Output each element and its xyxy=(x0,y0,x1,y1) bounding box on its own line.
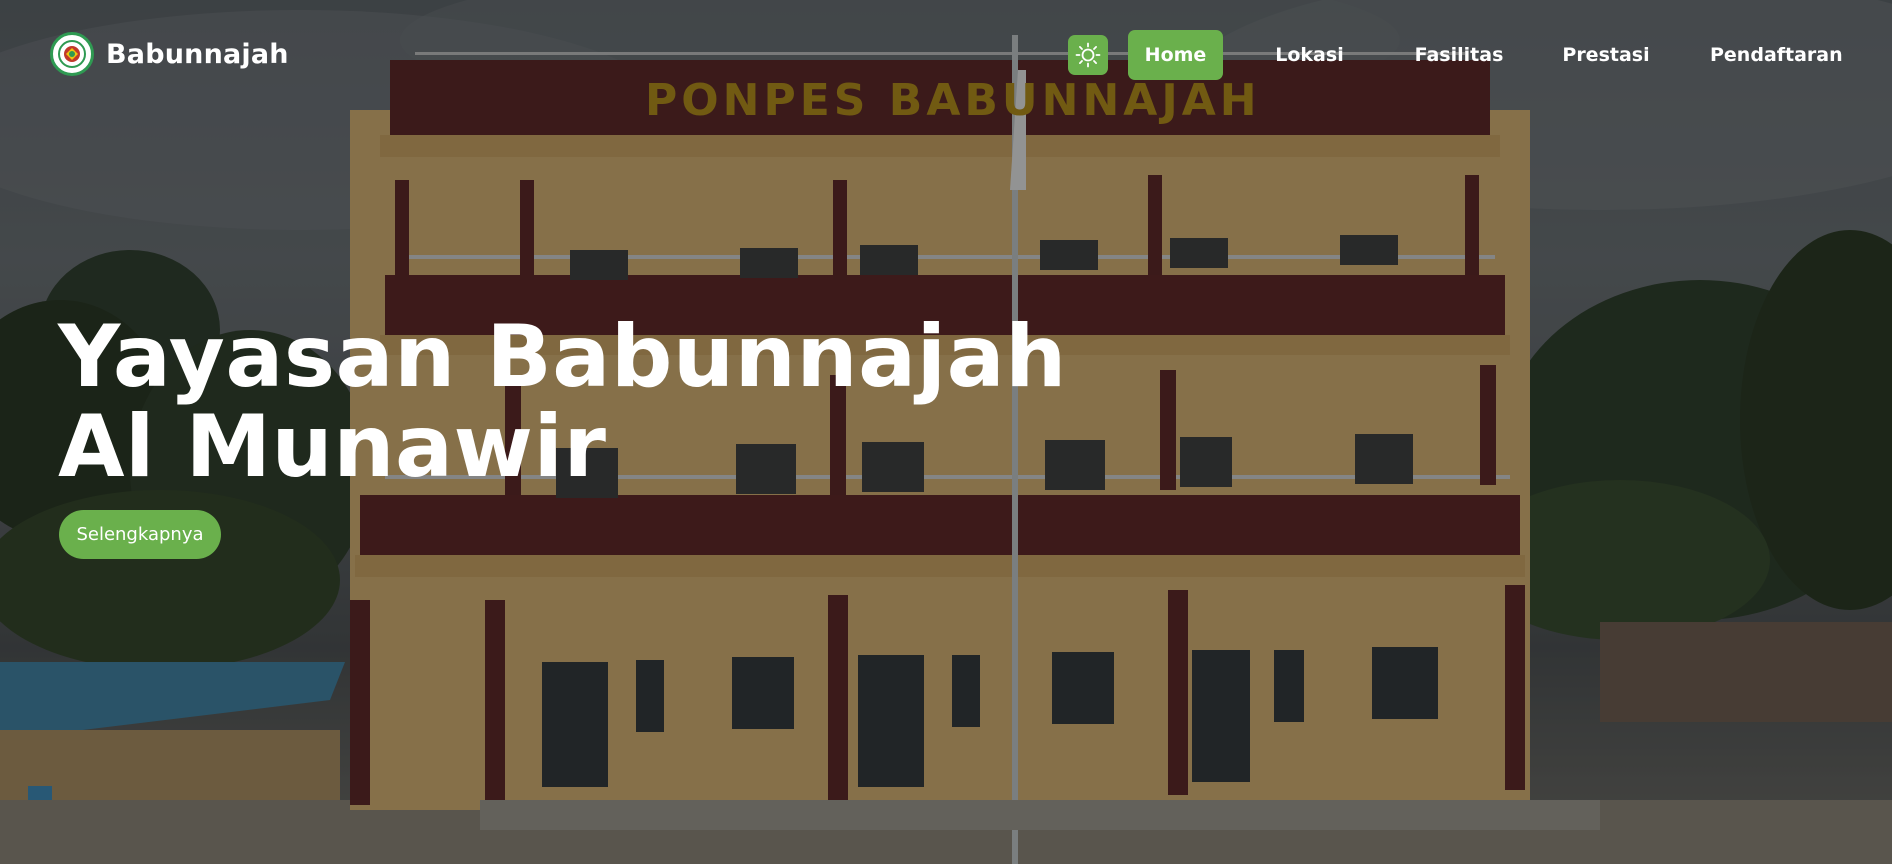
school-crest-icon xyxy=(50,32,94,76)
nav-link-fasilitas[interactable]: Fasilitas xyxy=(1404,30,1514,80)
brand[interactable]: Babunnajah xyxy=(50,32,289,76)
sun-icon xyxy=(1075,42,1101,68)
brand-name: Babunnajah xyxy=(106,38,289,70)
hero-section: PONPES BABUNNAJAH Babunnajah Home Lokasi… xyxy=(0,0,1892,864)
hero-title-line-1: Yayasan Babunnajah xyxy=(58,307,1067,407)
nav-link-lokasi[interactable]: Lokasi xyxy=(1262,30,1357,80)
nav-link-pendaftaran[interactable]: Pendaftaran xyxy=(1710,30,1843,80)
theme-toggle-button[interactable] xyxy=(1068,35,1108,75)
hero-title: Yayasan Babunnajah Al Munawir xyxy=(58,312,1067,492)
nav-link-prestasi[interactable]: Prestasi xyxy=(1556,30,1656,80)
nav-link-home[interactable]: Home xyxy=(1128,30,1223,80)
hero-title-line-2: Al Munawir xyxy=(58,397,607,497)
read-more-button[interactable]: Selengkapnya xyxy=(59,510,221,559)
navbar: Babunnajah Home Lokasi Fasilitas Prestas… xyxy=(0,0,1892,112)
